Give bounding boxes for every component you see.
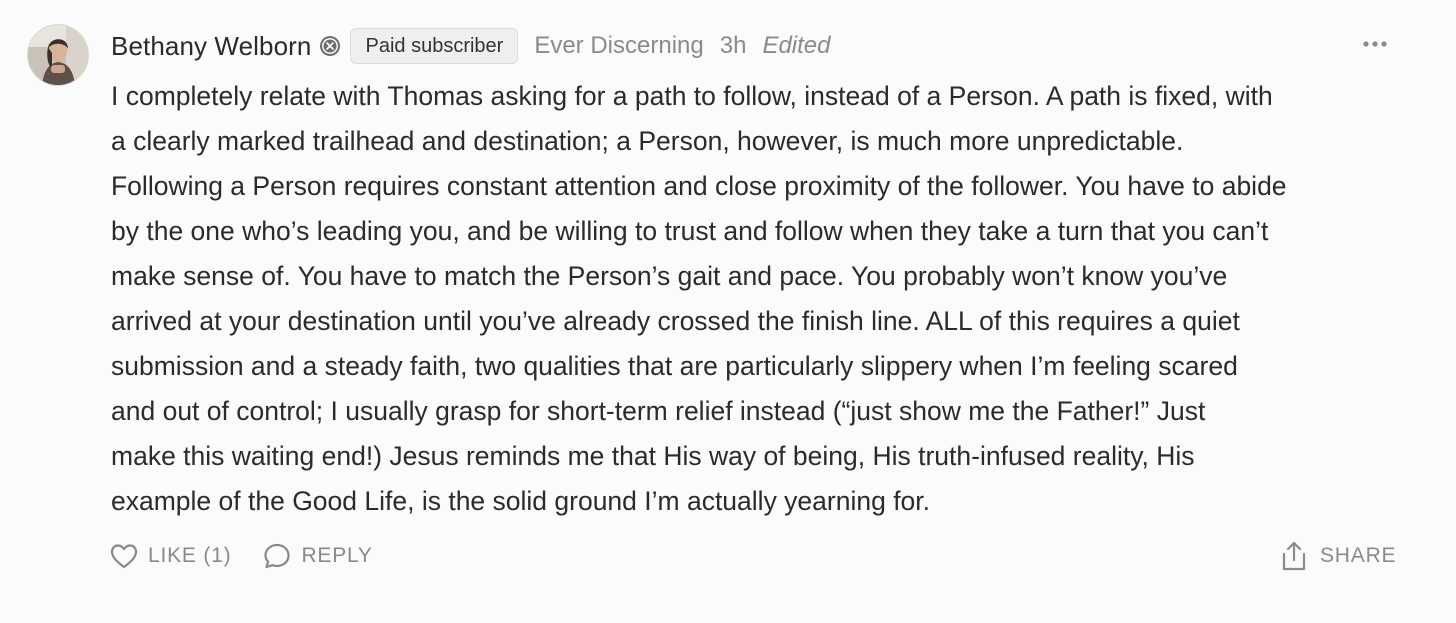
share-button[interactable]: SHARE xyxy=(1278,536,1396,576)
comment-line: example of the Good Life, is the solid g… xyxy=(111,486,931,516)
share-icon xyxy=(1278,540,1310,572)
avatar[interactable] xyxy=(28,25,88,85)
speech-bubble-icon xyxy=(261,540,293,572)
edited-label: Edited xyxy=(762,32,831,59)
comment-header: Bethany Welborn Paid subscriber Ever Dis… xyxy=(111,26,831,66)
comment-line: make this waiting end!) Jesus reminds me… xyxy=(111,441,1195,471)
more-button[interactable] xyxy=(1358,32,1392,56)
comment-line: Following a Person requires constant att… xyxy=(111,171,1287,201)
publication-name[interactable]: Ever Discerning xyxy=(534,32,703,60)
heart-icon xyxy=(108,540,140,572)
comment: Bethany Welborn Paid subscriber Ever Dis… xyxy=(0,0,1456,623)
reply-label: REPLY xyxy=(301,544,373,567)
comment-line: a clearly marked trailhead and destinati… xyxy=(111,126,1184,156)
reply-button[interactable]: REPLY xyxy=(261,540,372,572)
paid-subscriber-badge: Paid subscriber xyxy=(350,28,519,64)
comment-line: I completely relate with Thomas asking f… xyxy=(111,81,1273,111)
subscriber-icon xyxy=(319,35,341,57)
like-button[interactable]: LIKE (1) xyxy=(108,540,231,572)
comment-line: make sense of. You have to match the Per… xyxy=(111,261,1228,291)
comment-body: I completely relate with Thomas asking f… xyxy=(111,74,1411,524)
comment-line: submission and a steady faith, two quali… xyxy=(111,351,1238,381)
author-name[interactable]: Bethany Welborn xyxy=(111,31,311,62)
comment-line: arrived at your destination until you’ve… xyxy=(111,306,1240,336)
timestamp[interactable]: 3h xyxy=(720,32,747,60)
like-label: LIKE (1) xyxy=(148,544,232,567)
comment-line: by the one who’s leading you, and be wil… xyxy=(111,216,1269,246)
more-icon xyxy=(1362,35,1388,53)
comment-actions: LIKE (1) REPLY xyxy=(108,536,373,576)
comment-line: and out of control; I usually grasp for … xyxy=(111,396,1206,426)
share-label: SHARE xyxy=(1320,544,1397,567)
